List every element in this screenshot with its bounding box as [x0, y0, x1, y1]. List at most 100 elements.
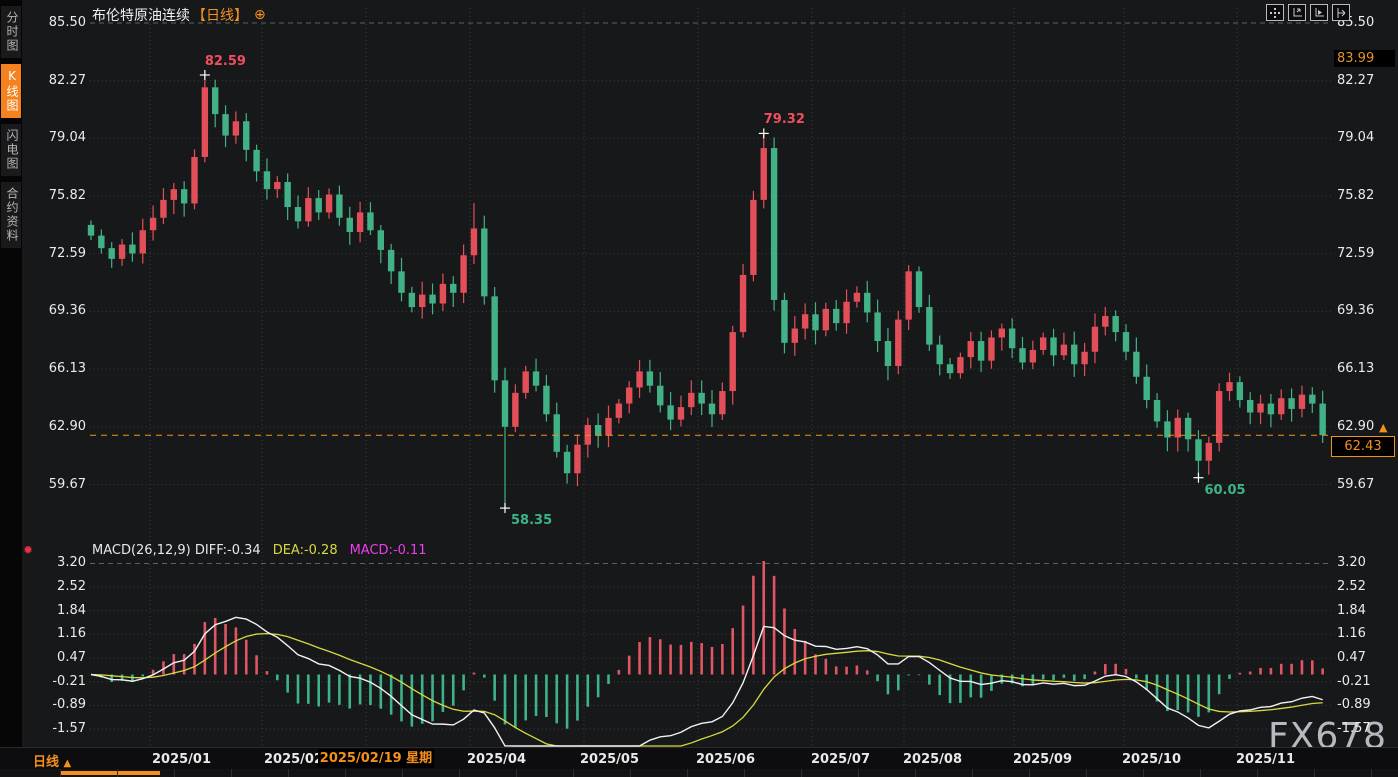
candle[interactable] [988, 337, 994, 360]
candle[interactable] [1081, 352, 1087, 365]
candle[interactable] [771, 148, 777, 300]
scrollbar-thumb[interactable] [60, 771, 160, 775]
candle[interactable] [440, 284, 446, 304]
candle[interactable] [636, 371, 642, 387]
candle[interactable] [1009, 329, 1015, 349]
candle[interactable] [740, 275, 746, 332]
candle[interactable] [109, 248, 115, 259]
candle[interactable] [1133, 352, 1139, 377]
candle[interactable] [554, 414, 560, 452]
candle[interactable] [326, 195, 332, 213]
x-axis-auto-icon[interactable] [1310, 4, 1328, 21]
candle[interactable] [937, 345, 943, 365]
candle[interactable] [171, 189, 177, 200]
sidebar-item-0[interactable]: 分时图 [1, 6, 21, 58]
add-indicator-icon[interactable]: ⊕ [254, 7, 266, 23]
candle[interactable] [357, 212, 363, 232]
candle[interactable] [657, 386, 663, 406]
candle[interactable] [160, 200, 166, 218]
candle[interactable] [812, 314, 818, 330]
candle[interactable] [947, 364, 953, 373]
candle[interactable] [678, 407, 684, 420]
candle[interactable] [792, 329, 798, 343]
candle[interactable] [481, 228, 487, 296]
candle[interactable] [1309, 395, 1315, 404]
candle[interactable] [843, 302, 849, 323]
candle[interactable] [502, 380, 508, 426]
candle[interactable] [140, 230, 146, 253]
candle[interactable] [491, 296, 497, 380]
candle[interactable] [212, 87, 218, 114]
candle[interactable] [626, 387, 632, 403]
candle[interactable] [129, 245, 135, 254]
candle[interactable] [1206, 443, 1212, 461]
candle[interactable] [1144, 377, 1150, 400]
candle[interactable] [316, 198, 322, 212]
candle[interactable] [781, 300, 787, 343]
candle[interactable] [605, 418, 611, 436]
candle[interactable] [1299, 395, 1305, 409]
candle[interactable] [1319, 404, 1325, 436]
candle[interactable] [284, 182, 290, 207]
candle[interactable] [409, 293, 415, 307]
candle[interactable] [885, 341, 891, 366]
candle[interactable] [119, 245, 125, 259]
candle[interactable] [1154, 400, 1160, 421]
candle[interactable] [698, 393, 704, 404]
sidebar-item-2[interactable]: 闪电图 [1, 124, 21, 176]
candle[interactable] [1112, 316, 1118, 332]
candle[interactable] [574, 445, 580, 474]
candle[interactable] [378, 230, 384, 250]
candle[interactable] [543, 386, 549, 415]
candle[interactable] [1102, 316, 1108, 327]
candle[interactable] [1257, 404, 1263, 413]
candle[interactable] [864, 293, 870, 313]
candle[interactable] [1030, 350, 1036, 363]
candle[interactable] [895, 320, 901, 366]
pan-icon[interactable] [1266, 4, 1284, 21]
candle[interactable] [1288, 398, 1294, 409]
candle[interactable] [854, 293, 860, 302]
candle[interactable] [367, 212, 373, 230]
candle[interactable] [222, 114, 228, 135]
candle[interactable] [761, 148, 767, 200]
candle[interactable] [647, 371, 653, 385]
candle[interactable] [730, 332, 736, 391]
candle[interactable] [1071, 345, 1077, 365]
candle[interactable] [98, 236, 104, 249]
candle[interactable] [905, 271, 911, 319]
candle[interactable] [419, 295, 425, 308]
candle[interactable] [874, 312, 880, 341]
candle[interactable] [150, 218, 156, 231]
candle[interactable] [243, 121, 249, 150]
candle[interactable] [88, 225, 94, 236]
candle[interactable] [450, 284, 456, 293]
candle[interactable] [968, 341, 974, 357]
candle[interactable] [191, 157, 197, 203]
exit-pane-icon[interactable] [1332, 4, 1350, 21]
candle[interactable] [833, 309, 839, 323]
candle[interactable] [305, 198, 311, 221]
candle[interactable] [719, 391, 725, 414]
candle[interactable] [253, 150, 259, 171]
candle[interactable] [523, 371, 529, 392]
candle[interactable] [202, 87, 208, 157]
candle[interactable] [957, 357, 963, 373]
candle[interactable] [471, 228, 477, 255]
candle[interactable] [295, 207, 301, 221]
candle[interactable] [1268, 404, 1274, 415]
candle[interactable] [709, 404, 715, 415]
candle[interactable] [533, 371, 539, 385]
candle[interactable] [978, 341, 984, 361]
period-selector[interactable]: 日线 ▲ [33, 751, 71, 770]
candle[interactable] [1226, 382, 1232, 391]
candle[interactable] [1050, 337, 1056, 355]
candle[interactable] [916, 271, 922, 307]
candle[interactable] [233, 121, 239, 135]
candle[interactable] [926, 307, 932, 345]
y-axis-scale-icon[interactable] [1288, 4, 1306, 21]
candle[interactable] [460, 255, 466, 293]
candle[interactable] [264, 171, 270, 189]
candle[interactable] [999, 329, 1005, 338]
candle[interactable] [347, 218, 353, 232]
